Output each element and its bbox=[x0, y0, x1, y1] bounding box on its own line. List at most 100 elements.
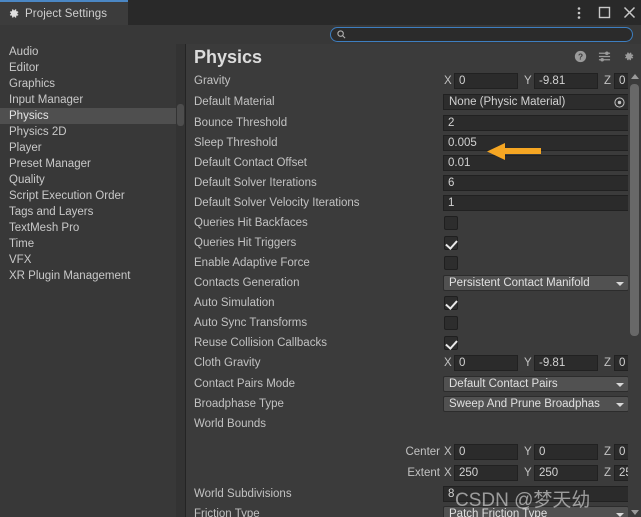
row-default-solver-iterations: Default Solver Iterations 6 bbox=[186, 174, 641, 194]
row-label: Queries Hit Backfaces bbox=[194, 217, 308, 229]
sidebar-item-quality[interactable]: Quality bbox=[0, 172, 176, 188]
auto-sync-transforms-checkbox[interactable] bbox=[444, 316, 458, 330]
gravity-y-input[interactable]: -9.81 bbox=[534, 73, 598, 89]
broadphase-type-dropdown[interactable]: Sweep And Prune Broadphas bbox=[443, 396, 629, 412]
row-label: Broadphase Type bbox=[194, 398, 284, 410]
settings-rows: Gravity X 0 Y -9.81 Z 0 Default Material… bbox=[186, 72, 641, 517]
row-label: World Subdivisions bbox=[194, 488, 292, 500]
row-broadphase-type: Broadphase Type Sweep And Prune Broadpha… bbox=[186, 395, 641, 415]
sidebar-item-preset-manager[interactable]: Preset Manager bbox=[0, 156, 176, 172]
tab-label: Project Settings bbox=[25, 7, 108, 20]
default-material-object-field[interactable]: None (Physic Material) bbox=[443, 94, 629, 110]
search-icon bbox=[337, 30, 346, 39]
sidebar-item-time[interactable]: Time bbox=[0, 236, 176, 252]
sidebar-item-script-execution-order[interactable]: Script Execution Order bbox=[0, 188, 176, 204]
row-auto-simulation: Auto Simulation bbox=[186, 294, 641, 314]
sidebar-item-player[interactable]: Player bbox=[0, 140, 176, 156]
row-label: Extent bbox=[407, 467, 440, 479]
row-label: Friction Type bbox=[194, 508, 260, 517]
sidebar-item-physics[interactable]: Physics bbox=[0, 108, 176, 124]
contacts-generation-dropdown[interactable]: Persistent Contact Manifold bbox=[443, 275, 629, 291]
maximize-icon[interactable] bbox=[596, 5, 612, 21]
contact-pairs-mode-dropdown[interactable]: Default Contact Pairs bbox=[443, 376, 629, 392]
row-default-contact-offset: Default Contact Offset 0.01 bbox=[186, 154, 641, 174]
annotation-arrow-icon bbox=[487, 143, 541, 160]
sidebar-item-label: XR Plugin Management bbox=[9, 270, 131, 282]
sidebar-item-graphics[interactable]: Graphics bbox=[0, 76, 176, 92]
world-bounds-extent-x-input[interactable]: 250 bbox=[454, 465, 518, 481]
sidebar-item-label: Preset Manager bbox=[9, 158, 91, 170]
friction-type-dropdown[interactable]: Patch Friction Type bbox=[443, 506, 629, 517]
auto-simulation-checkbox[interactable] bbox=[444, 296, 458, 310]
axis-label-x: X bbox=[444, 357, 452, 369]
object-picker-icon[interactable] bbox=[614, 97, 625, 108]
row-bounce-threshold: Bounce Threshold 2 bbox=[186, 114, 641, 134]
axis-label-x: X bbox=[444, 467, 452, 479]
search-input[interactable] bbox=[350, 29, 610, 40]
close-icon[interactable] bbox=[621, 5, 637, 21]
settings-sidebar: Audio Editor Graphics Input Manager Phys… bbox=[0, 44, 176, 517]
broadphase-type-value: Sweep And Prune Broadphas bbox=[449, 398, 600, 410]
chevron-down-icon bbox=[616, 383, 624, 387]
sidebar-item-xr-plugin-management[interactable]: XR Plugin Management bbox=[0, 268, 176, 284]
contacts-generation-value: Persistent Contact Manifold bbox=[449, 277, 590, 289]
sidebar-item-textmesh-pro[interactable]: TextMesh Pro bbox=[0, 220, 176, 236]
default-solver-velocity-iterations-input[interactable]: 1 bbox=[443, 195, 629, 211]
panel-scrollbar[interactable] bbox=[628, 72, 641, 517]
row-label: Default Contact Offset bbox=[194, 157, 307, 169]
cloth-gravity-y-input[interactable]: -9.81 bbox=[534, 355, 598, 371]
preset-icon[interactable] bbox=[597, 49, 611, 63]
sidebar-item-input-manager[interactable]: Input Manager bbox=[0, 92, 176, 108]
world-bounds-center-x-input[interactable]: 0 bbox=[454, 444, 518, 460]
gravity-x-input[interactable]: 0 bbox=[454, 73, 518, 89]
world-bounds-center-y-input[interactable]: 0 bbox=[534, 444, 598, 460]
sidebar-item-label: Audio bbox=[9, 46, 39, 58]
sidebar-item-label: TextMesh Pro bbox=[9, 222, 80, 234]
tab-project-settings[interactable]: Project Settings bbox=[0, 0, 128, 25]
axis-label-z: Z bbox=[604, 75, 612, 87]
row-default-solver-velocity-iterations: Default Solver Velocity Iterations 1 bbox=[186, 194, 641, 214]
panel-scrollbar-thumb[interactable] bbox=[630, 84, 639, 336]
reuse-collision-callbacks-checkbox[interactable] bbox=[444, 336, 458, 350]
search-box[interactable] bbox=[330, 27, 633, 42]
row-label: Contacts Generation bbox=[194, 277, 300, 289]
row-queries-hit-backfaces: Queries Hit Backfaces bbox=[186, 214, 641, 234]
sidebar-item-audio[interactable]: Audio bbox=[0, 44, 176, 60]
queries-hit-backfaces-checkbox[interactable] bbox=[444, 216, 458, 230]
world-subdivisions-input[interactable]: 8 bbox=[443, 486, 629, 502]
row-default-material: Default Material None (Physic Material) bbox=[186, 93, 641, 113]
sidebar-item-editor[interactable]: Editor bbox=[0, 60, 176, 76]
row-label: Default Material bbox=[194, 96, 275, 108]
row-reuse-collision-callbacks: Reuse Collision Callbacks bbox=[186, 334, 641, 354]
panel-header: Physics ? bbox=[186, 44, 641, 70]
queries-hit-triggers-checkbox[interactable] bbox=[444, 236, 458, 250]
settings-gear-icon[interactable] bbox=[621, 49, 635, 63]
row-contact-pairs-mode: Contact Pairs Mode Default Contact Pairs bbox=[186, 375, 641, 395]
sidebar-item-physics-2d[interactable]: Physics 2D bbox=[0, 124, 176, 140]
row-label: Bounce Threshold bbox=[194, 117, 288, 129]
window-controls bbox=[571, 0, 637, 25]
enable-adaptive-force-checkbox[interactable] bbox=[444, 256, 458, 270]
scroll-up-arrow-icon[interactable] bbox=[631, 74, 639, 79]
bounce-threshold-input[interactable]: 2 bbox=[443, 115, 629, 131]
cloth-gravity-x-input[interactable]: 0 bbox=[454, 355, 518, 371]
row-sleep-threshold: Sleep Threshold 0.005 bbox=[186, 134, 641, 154]
contact-pairs-mode-value: Default Contact Pairs bbox=[449, 378, 558, 390]
row-enable-adaptive-force: Enable Adaptive Force bbox=[186, 254, 641, 274]
chevron-down-icon bbox=[616, 282, 624, 286]
scroll-down-arrow-icon[interactable] bbox=[631, 510, 639, 515]
sidebar-scrollbar-thumb[interactable] bbox=[177, 104, 184, 126]
window-tab-bar: Project Settings bbox=[0, 0, 641, 25]
sidebar-item-label: Script Execution Order bbox=[9, 190, 125, 202]
row-friction-type: Friction Type Patch Friction Type bbox=[186, 505, 641, 517]
sidebar-item-tags-and-layers[interactable]: Tags and Layers bbox=[0, 204, 176, 220]
axis-label-z: Z bbox=[604, 446, 612, 458]
sidebar-scrollbar[interactable] bbox=[176, 44, 185, 517]
world-bounds-extent-y-input[interactable]: 250 bbox=[534, 465, 598, 481]
help-icon[interactable]: ? bbox=[573, 49, 587, 63]
sidebar-item-vfx[interactable]: VFX bbox=[0, 252, 176, 268]
row-queries-hit-triggers: Queries Hit Triggers bbox=[186, 234, 641, 254]
default-solver-iterations-input[interactable]: 6 bbox=[443, 175, 629, 191]
sidebar-item-label: Time bbox=[9, 238, 35, 250]
kebab-menu-icon[interactable] bbox=[571, 5, 587, 21]
